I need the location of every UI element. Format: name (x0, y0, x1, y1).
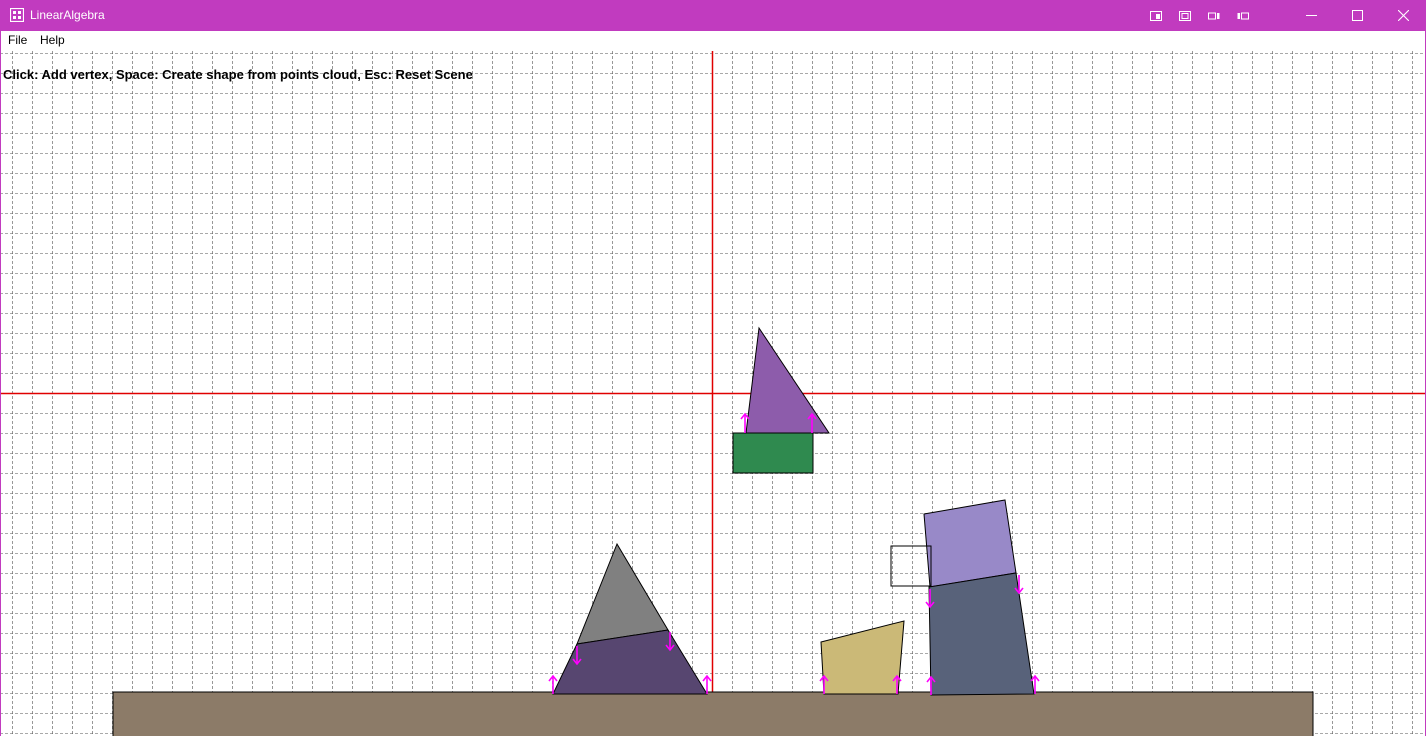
snap-layout-button[interactable] (1146, 0, 1166, 31)
maximize-button[interactable] (1334, 0, 1380, 31)
instructions-text: Click: Add vertex, Space: Create shape f… (3, 67, 473, 82)
window-grid-icon (10, 8, 24, 22)
window-border-left (0, 31, 1, 736)
title-bar[interactable]: LinearAlgebra (0, 0, 1426, 31)
tile-left-icon (1208, 12, 1220, 19)
minimize-button[interactable] (1288, 0, 1334, 31)
purple-triangle-shape[interactable] (745, 326, 830, 434)
minimize-icon (1305, 15, 1317, 16)
light-purple-quad-shape[interactable] (923, 499, 1017, 588)
outline-rectangle-shape[interactable] (890, 545, 932, 587)
menu-file[interactable]: File (7, 33, 28, 47)
tile-left-button[interactable] (1204, 0, 1224, 31)
ground-platform[interactable] (112, 691, 1314, 736)
window-title: LinearAlgebra (30, 8, 105, 22)
fullscreen-icon (1179, 10, 1191, 21)
tile-right-button[interactable] (1233, 0, 1253, 31)
close-icon (1397, 10, 1409, 21)
gray-triangle-shape[interactable] (576, 542, 669, 645)
menu-bar: File Help (0, 31, 1426, 51)
scene-canvas[interactable] (0, 51, 1426, 736)
green-rectangle-shape[interactable] (732, 432, 814, 474)
fullscreen-button[interactable] (1175, 0, 1195, 31)
close-button[interactable] (1380, 0, 1426, 31)
menu-help[interactable]: Help (39, 33, 66, 47)
maximize-icon (1351, 10, 1363, 21)
tan-quad-shape[interactable] (820, 620, 905, 695)
snap-layout-icon (1150, 10, 1162, 21)
tile-right-icon (1237, 12, 1249, 19)
